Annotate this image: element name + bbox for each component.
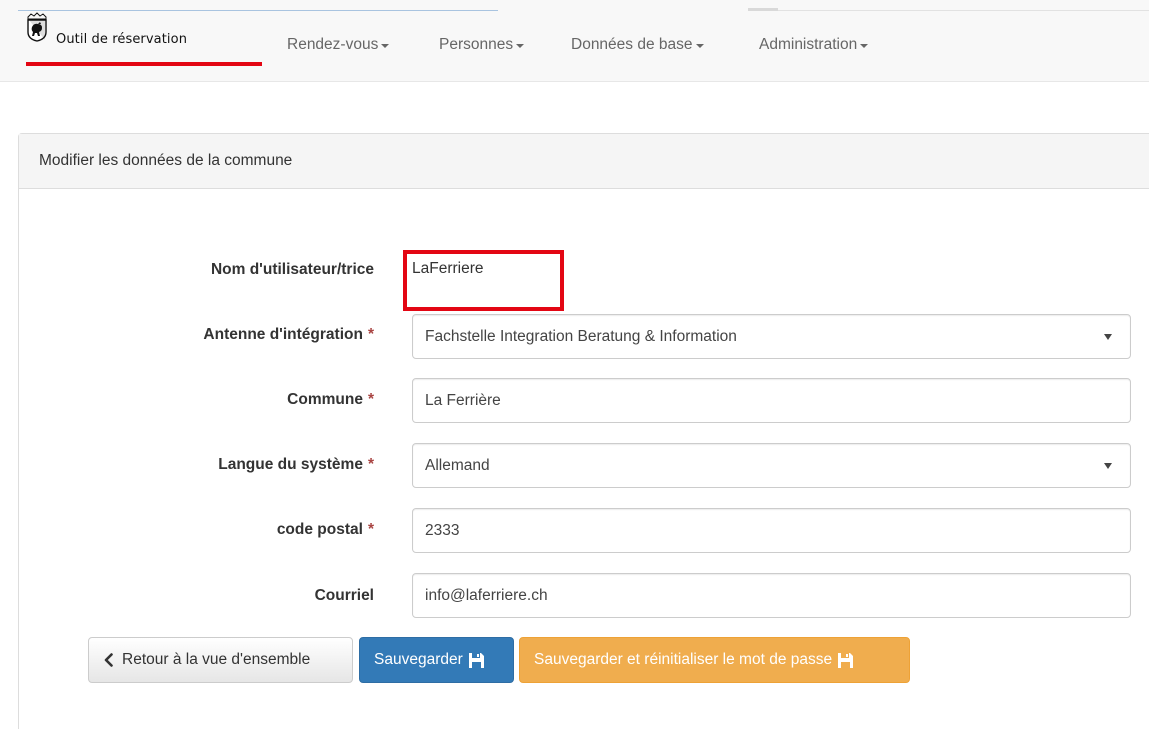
- email-input-value: info@laferriere.ch: [425, 586, 548, 604]
- back-to-overview-button[interactable]: Retour à la vue d'ensemble: [88, 637, 353, 683]
- panel-heading: Modifier les données de la commune: [19, 134, 1149, 189]
- brand-title: Outil de réservation: [56, 32, 188, 47]
- nav-item-rendez-vous[interactable]: Rendez-vous: [287, 36, 390, 54]
- required-marker: *: [367, 391, 374, 408]
- caret-down-icon: [860, 44, 869, 48]
- top-navbar: Outil de réservation Rendez-vous Personn…: [0, 0, 1149, 82]
- username-label-text: Nom d'utilisateur/trice: [210, 261, 374, 278]
- caret-down-icon: [381, 44, 390, 48]
- antenne-select-value: Fachstelle Integration Beratung & Inform…: [425, 327, 737, 345]
- langue-label-text: Langue du système: [218, 456, 363, 473]
- nav-top-tick: [748, 8, 778, 11]
- save-button-label: Sauvegarder: [374, 651, 463, 668]
- nav-top-line-right: [748, 10, 1149, 11]
- save-button[interactable]: Sauvegarder: [359, 637, 514, 683]
- postal-label-text: code postal: [276, 521, 363, 538]
- nav-item-label: Données de base: [571, 36, 693, 53]
- nav-item-label: Rendez-vous: [287, 36, 379, 53]
- username-highlight-box: [403, 250, 564, 311]
- floppy-disk-icon: [468, 652, 484, 668]
- postal-code-input[interactable]: 2333: [412, 508, 1131, 553]
- caret-down-icon: [516, 44, 525, 48]
- username-label: Nom d'utilisateur/trice: [14, 261, 374, 279]
- email-input[interactable]: info@laferriere.ch: [412, 573, 1131, 618]
- antenne-label-text: Antenne d'intégration: [203, 326, 363, 343]
- floppy-disk-icon: [838, 652, 854, 668]
- commune-label-text: Commune: [287, 391, 363, 408]
- langue-label: Langue du système *: [14, 456, 374, 474]
- antenne-label: Antenne d'intégration *: [14, 326, 374, 344]
- save-reset-button-label: Sauvegarder et réinitialiser le mot de p…: [534, 651, 833, 668]
- email-label-text: Courriel: [314, 587, 374, 604]
- back-button-label: Retour à la vue d'ensemble: [122, 651, 311, 668]
- nav-item-donnees-de-base[interactable]: Données de base: [571, 36, 704, 54]
- commune-input[interactable]: La Ferrière: [412, 378, 1131, 423]
- chevron-left-icon: [104, 653, 113, 667]
- brand-active-underline: [26, 62, 262, 66]
- caret-down-icon: [1104, 463, 1112, 469]
- brand-link[interactable]: Outil de réservation: [26, 12, 188, 68]
- langue-select-value: Allemand: [425, 456, 490, 474]
- postal-code-input-value: 2333: [425, 521, 460, 539]
- nav-item-label: Administration: [759, 36, 858, 53]
- required-marker: *: [367, 456, 374, 473]
- nav-item-label: Personnes: [439, 36, 514, 53]
- bern-bear-coat-of-arms-icon: [27, 12, 47, 42]
- caret-down-icon: [1104, 334, 1112, 340]
- panel-title: Modifier les données de la commune: [39, 152, 293, 169]
- nav-item-administration[interactable]: Administration: [759, 36, 869, 54]
- required-marker: *: [367, 521, 374, 538]
- langue-select[interactable]: Allemand: [412, 443, 1131, 488]
- email-label: Courriel: [14, 587, 374, 605]
- nav-item-personnes[interactable]: Personnes: [439, 36, 525, 54]
- commune-input-value: La Ferrière: [425, 391, 501, 409]
- postal-label: code postal *: [14, 521, 374, 539]
- antenne-select[interactable]: Fachstelle Integration Beratung & Inform…: [412, 314, 1131, 359]
- commune-label: Commune *: [14, 391, 374, 409]
- nav-top-line: [18, 10, 498, 11]
- required-marker: *: [367, 326, 374, 343]
- save-and-reset-password-button[interactable]: Sauvegarder et réinitialiser le mot de p…: [519, 637, 910, 683]
- caret-down-icon: [695, 44, 704, 48]
